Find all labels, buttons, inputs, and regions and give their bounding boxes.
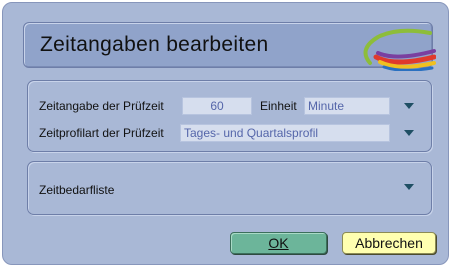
- swoosh-logo-icon: [363, 28, 436, 71]
- pruefzeit-label: Zeitangabe der Prüfzeit: [39, 99, 164, 113]
- zeitprofil-label: Zeitprofilart der Prüfzeit: [39, 126, 164, 140]
- ok-button[interactable]: OK: [230, 232, 327, 254]
- zeitprofil-dropdown-icon[interactable]: [404, 130, 414, 136]
- zeitbedarf-group: Zeitbedarfliste: [27, 161, 432, 215]
- zeitbedarf-label: Zeitbedarfliste: [39, 183, 115, 197]
- pruefzeit-input[interactable]: 60: [182, 97, 252, 115]
- cancel-button[interactable]: Abbrechen: [342, 232, 436, 254]
- ok-button-label: OK: [268, 235, 289, 251]
- zeitbedarf-dropdown-icon[interactable]: [404, 184, 414, 190]
- einheit-select[interactable]: Minute: [304, 97, 390, 115]
- zeitprofil-select[interactable]: Tages- und Quartalsprofil: [180, 124, 390, 142]
- einheit-dropdown-icon[interactable]: [404, 103, 414, 109]
- dialog-window: Zeitangaben bearbeiten Zeitangabe der Pr…: [2, 2, 449, 265]
- title-panel: Zeitangaben bearbeiten: [23, 22, 436, 71]
- cancel-button-label: Abbrechen: [355, 235, 423, 251]
- dialog-title: Zeitangaben bearbeiten: [40, 33, 269, 56]
- einheit-label: Einheit: [260, 99, 297, 113]
- pruefzeit-group: Zeitangabe der Prüfzeit 60 Einheit Minut…: [27, 80, 432, 152]
